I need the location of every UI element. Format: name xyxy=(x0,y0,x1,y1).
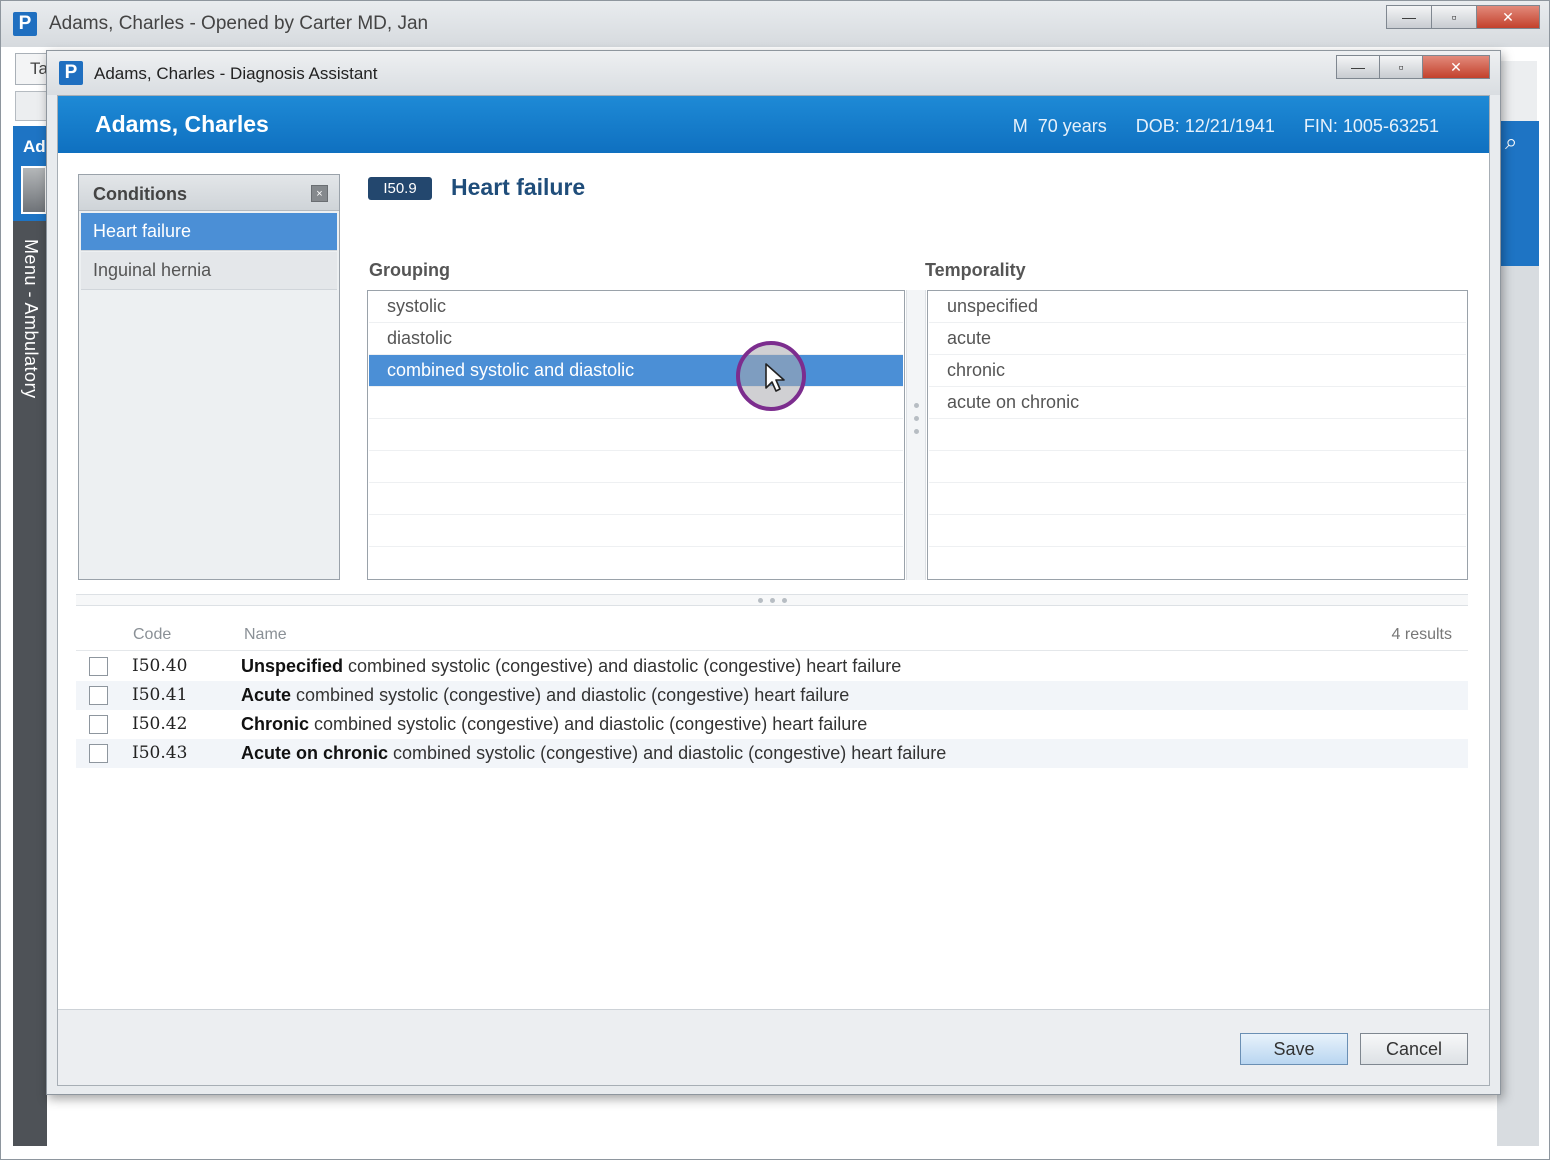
row-code: I50.40 xyxy=(132,656,188,676)
patient-sex-age: M 70 years xyxy=(1012,116,1107,136)
cancel-button[interactable]: Cancel xyxy=(1360,1033,1468,1065)
splitter-grip-icon xyxy=(914,429,919,434)
temporality-label: Temporality xyxy=(925,260,1026,280)
outer-titlebar: P Adams, Charles - Opened by Carter MD, … xyxy=(1,1,1549,47)
dialog-title: Adams, Charles - Diagnosis Assistant xyxy=(94,64,378,83)
temporality-option-acute-on-chronic[interactable]: acute on chronic xyxy=(929,387,1466,419)
list-item xyxy=(369,419,903,451)
conditions-header-label: Conditions xyxy=(93,184,187,204)
dialog-titlebar: P Adams, Charles - Diagnosis Assistant —… xyxy=(47,51,1500,95)
diagnosis-code-badge: I50.9 xyxy=(368,177,432,200)
grouping-list[interactable]: systolic diastolic combined systolic and… xyxy=(367,290,905,580)
condition-item-heart-failure[interactable]: Heart failure xyxy=(81,213,337,251)
patient-fin: FIN: 1005-63251 xyxy=(1303,116,1439,136)
temporality-option-unspecified[interactable]: unspecified xyxy=(929,291,1466,323)
row-name: Unspecified combined systolic (congestiv… xyxy=(241,656,901,677)
row-name-text: combined systolic (congestive) and diast… xyxy=(309,714,868,734)
grouping-option-diastolic[interactable]: diastolic xyxy=(369,323,903,355)
temporality-list[interactable]: unspecified acute chronic acute on chron… xyxy=(927,290,1468,580)
avatar xyxy=(21,166,47,214)
table-row[interactable]: I50.42 Chronic combined systolic (conges… xyxy=(76,710,1468,739)
row-code: I50.43 xyxy=(132,743,188,763)
outer-close-button[interactable]: ✕ xyxy=(1476,5,1540,29)
table-row[interactable]: I50.41 Acute combined systolic (congesti… xyxy=(76,681,1468,710)
outer-patient-fragment: Ad xyxy=(23,137,46,156)
row-checkbox[interactable] xyxy=(89,715,108,734)
row-code: I50.42 xyxy=(132,714,188,734)
vertical-splitter[interactable] xyxy=(906,290,926,580)
list-item xyxy=(929,419,1466,451)
row-name-text: combined systolic (congestive) and diast… xyxy=(291,685,850,705)
temporality-option-acute[interactable]: acute xyxy=(929,323,1466,355)
splitter-grip-icon xyxy=(914,416,919,421)
list-item xyxy=(929,515,1466,547)
side-menu-label[interactable]: Menu - Ambulatory xyxy=(20,239,41,399)
row-name-qualifier: Acute xyxy=(241,685,292,705)
outer-scroll-area xyxy=(1499,61,1537,121)
patient-demographics: M 70 years DOB: 12/21/1941 FIN: 1005-632… xyxy=(989,116,1439,137)
row-code: I50.41 xyxy=(132,685,188,705)
dialog-close-button[interactable]: ✕ xyxy=(1422,55,1490,79)
dialog-window-controls: — ▫ ✕ xyxy=(1336,55,1490,79)
results-count: 4 results xyxy=(1391,626,1452,643)
row-checkbox[interactable] xyxy=(89,744,108,763)
mouse-cursor-icon xyxy=(765,363,785,392)
close-icon[interactable]: × xyxy=(311,185,328,202)
dialog-logo-icon: P xyxy=(59,61,83,85)
dialog-minimize-button[interactable]: — xyxy=(1336,55,1380,79)
row-name-qualifier: Unspecified xyxy=(241,656,344,676)
table-row[interactable]: I50.43 Acute on chronic combined systoli… xyxy=(76,739,1468,768)
conditions-header: Conditions × xyxy=(79,175,339,211)
results-table-header: Code Name 4 results xyxy=(76,621,1468,651)
outer-tab-fragment[interactable]: Ta xyxy=(15,53,48,85)
row-name: Acute on chronic combined systolic (cong… xyxy=(241,743,946,764)
app-logo-icon: P xyxy=(13,12,37,36)
splitter-grip-icon xyxy=(914,403,919,408)
search-icon[interactable]: ⌕ xyxy=(1505,129,1517,155)
row-name-qualifier: Acute on chronic xyxy=(241,743,389,763)
condition-item-inguinal-hernia[interactable]: Inguinal hernia xyxy=(81,252,337,290)
dialog-content: Adams, Charles M 70 years DOB: 12/21/194… xyxy=(57,95,1490,1086)
conditions-panel: Conditions × Heart failure Inguinal hern… xyxy=(78,174,340,580)
outer-minimize-button[interactable]: — xyxy=(1386,5,1432,29)
list-item xyxy=(369,451,903,483)
list-item xyxy=(369,483,903,515)
outer-right-panel xyxy=(1497,266,1539,1146)
list-item xyxy=(369,387,903,419)
list-item xyxy=(929,483,1466,515)
table-row[interactable]: I50.40 Unspecified combined systolic (co… xyxy=(76,652,1468,681)
patient-name: Adams, Charles xyxy=(95,111,269,137)
home-icon[interactable] xyxy=(15,91,47,121)
row-name-qualifier: Chronic xyxy=(241,714,310,734)
grouping-option-combined[interactable]: combined systolic and diastolic xyxy=(369,355,903,387)
splitter-grip-icon xyxy=(782,598,787,603)
grouping-option-systolic[interactable]: systolic xyxy=(369,291,903,323)
dialog-maximize-button[interactable]: ▫ xyxy=(1379,55,1423,79)
splitter-grip-icon xyxy=(758,598,763,603)
list-item xyxy=(369,515,903,547)
outer-window-title: Adams, Charles - Opened by Carter MD, Ja… xyxy=(49,13,429,34)
diagnosis-assistant-dialog: P Adams, Charles - Diagnosis Assistant —… xyxy=(46,50,1501,1095)
save-button[interactable]: Save xyxy=(1240,1033,1348,1065)
grouping-label: Grouping xyxy=(369,260,450,280)
patient-dob: DOB: 12/21/1941 xyxy=(1135,116,1275,136)
outer-maximize-button[interactable]: ▫ xyxy=(1431,5,1477,29)
row-name-text: combined systolic (congestive) and diast… xyxy=(388,743,947,763)
outer-window-controls: — ▫ ✕ xyxy=(1386,5,1540,29)
row-name-text: combined systolic (congestive) and diast… xyxy=(343,656,902,676)
dialog-footer: Save Cancel xyxy=(58,1009,1489,1085)
row-name: Chronic combined systolic (congestive) a… xyxy=(241,714,867,735)
column-header-name[interactable]: Name xyxy=(244,626,287,644)
row-name: Acute combined systolic (congestive) and… xyxy=(241,685,849,706)
list-item xyxy=(929,451,1466,483)
splitter-grip-icon xyxy=(770,598,775,603)
temporality-option-chronic[interactable]: chronic xyxy=(929,355,1466,387)
horizontal-splitter[interactable] xyxy=(76,594,1468,606)
row-checkbox[interactable] xyxy=(89,657,108,676)
row-checkbox[interactable] xyxy=(89,686,108,705)
column-header-code[interactable]: Code xyxy=(133,626,171,644)
patient-banner: Adams, Charles M 70 years DOB: 12/21/194… xyxy=(58,96,1489,153)
condition-title: Heart failure xyxy=(451,174,586,200)
